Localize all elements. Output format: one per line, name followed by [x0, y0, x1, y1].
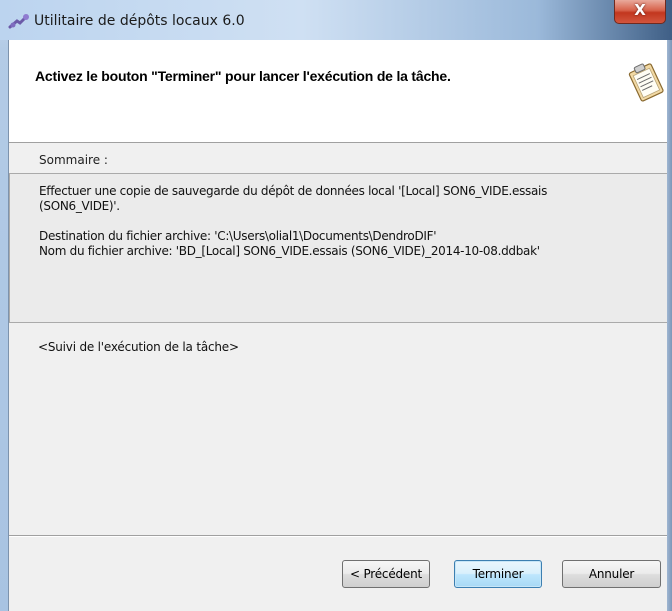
- finish-button[interactable]: Terminer: [454, 560, 542, 588]
- summary-box[interactable]: Effectuer une copie de sauvegarde du dép…: [9, 173, 668, 323]
- app-icon: [8, 12, 30, 30]
- summary-filename: Nom du fichier archive: 'BD_[Local] SON6…: [39, 244, 540, 258]
- wizard-header: Activez le bouton "Terminer" pour lancer…: [9, 40, 672, 143]
- wizard-client-area: Activez le bouton "Terminer" pour lancer…: [8, 40, 672, 611]
- window-title: Utilitaire de dépôts locaux 6.0: [34, 13, 245, 29]
- summary-label: Sommaire :: [39, 153, 108, 167]
- clipboard-icon: [626, 61, 666, 103]
- previous-button[interactable]: < Précédent: [342, 560, 430, 588]
- close-icon: X: [634, 1, 646, 19]
- close-button[interactable]: X: [614, 0, 666, 24]
- wizard-window: Utilitaire de dépôts locaux 6.0 X Active…: [0, 0, 672, 611]
- footer-divider: [9, 535, 672, 537]
- summary-line: Effectuer une copie de sauvegarde du dép…: [39, 184, 548, 198]
- task-progress-text: <Suivi de l'exécution de la tâche>: [38, 340, 239, 354]
- summary-destination: Destination du fichier archive: 'C:\User…: [39, 229, 437, 243]
- cancel-button[interactable]: Annuler: [562, 560, 661, 588]
- title-bar[interactable]: Utilitaire de dépôts locaux 6.0 X: [0, 0, 672, 40]
- header-instruction: Activez le bouton "Terminer" pour lancer…: [35, 68, 451, 84]
- window-frame-edge: [667, 40, 672, 611]
- summary-line: (SON6_VIDE)'.: [39, 199, 120, 213]
